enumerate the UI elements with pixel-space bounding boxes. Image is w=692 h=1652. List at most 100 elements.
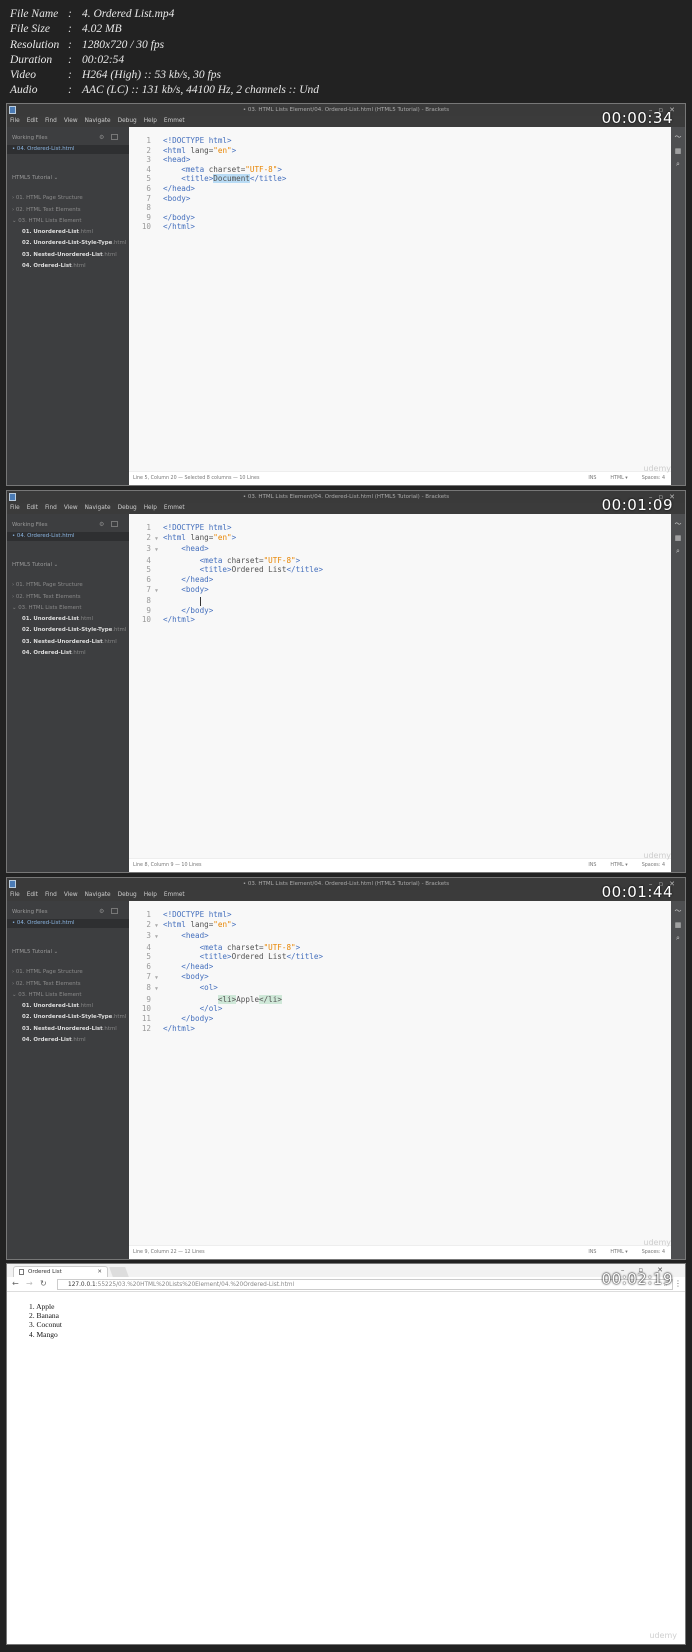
- fold-marker[interactable]: ▼: [155, 985, 163, 995]
- code-editor[interactable]: 1 <!DOCTYPE html> 2 ▼ <html lang="en"> 3 ▼ <he…: [129, 901, 671, 1259]
- menu-navigate[interactable]: Navigate: [85, 503, 111, 514]
- file-item[interactable]: 03. Nested-Unordered-List.html: [22, 639, 117, 645]
- status-item[interactable]: HTML ▾: [610, 1246, 627, 1259]
- menu-edit[interactable]: Edit: [27, 503, 38, 514]
- menu-view[interactable]: View: [64, 116, 78, 127]
- status-item[interactable]: Spaces: 4: [642, 1246, 665, 1259]
- code-editor[interactable]: 1 <!DOCTYPE html> 2 ▼ <html lang="en"> 3 ▼ <he…: [129, 514, 671, 872]
- file-item[interactable]: 04. Ordered-List.html: [22, 1037, 86, 1043]
- menu-emmet[interactable]: Emmet: [164, 890, 185, 901]
- extensions-icon[interactable]: ▦: [671, 147, 685, 155]
- new-tab-button[interactable]: [109, 1267, 129, 1277]
- status-item[interactable]: Spaces: 4: [642, 859, 665, 872]
- folder-item[interactable]: › 01. HTML Page Structure: [12, 195, 83, 201]
- file-item[interactable]: 01. Unordered-List.html: [22, 1003, 93, 1009]
- fold-marker[interactable]: ▼: [155, 974, 163, 984]
- menu-debug[interactable]: Debug: [118, 503, 137, 514]
- file-item[interactable]: 02. Unordered-List-Style-Type.html: [22, 627, 126, 633]
- status-item[interactable]: HTML ▾: [610, 472, 627, 485]
- gear-icon[interactable]: ⚙: [99, 908, 104, 915]
- status-item[interactable]: INS: [588, 472, 596, 485]
- menu-edit[interactable]: Edit: [27, 890, 38, 901]
- menu-find[interactable]: Find: [45, 503, 57, 514]
- folder-item[interactable]: › 02. HTML Text Elements: [12, 207, 81, 213]
- menu-edit[interactable]: Edit: [27, 116, 38, 127]
- split-view-icon[interactable]: [111, 908, 118, 914]
- search-icon[interactable]: ⌕: [671, 934, 685, 943]
- project-dropdown[interactable]: HTML5 Tutorial ⌄: [12, 562, 58, 568]
- code-token: <head>: [163, 931, 209, 941]
- status-item[interactable]: HTML ▾: [610, 859, 627, 872]
- folder-item[interactable]: ⌄ 03. HTML Lists Element: [12, 605, 82, 611]
- folder-item[interactable]: › 01. HTML Page Structure: [12, 582, 83, 588]
- project-dropdown[interactable]: HTML5 Tutorial ⌄: [12, 949, 58, 955]
- menu-file[interactable]: File: [10, 890, 20, 901]
- menu-emmet[interactable]: Emmet: [164, 116, 185, 127]
- search-icon[interactable]: ⌕: [671, 547, 685, 556]
- file-item[interactable]: 04. Ordered-List.html: [22, 263, 86, 269]
- back-icon[interactable]: ←: [12, 1279, 19, 1288]
- menu-view[interactable]: View: [64, 890, 78, 901]
- menu-view[interactable]: View: [64, 503, 78, 514]
- fold-marker[interactable]: ▼: [155, 587, 163, 597]
- menu-emmet[interactable]: Emmet: [164, 503, 185, 514]
- menu-debug[interactable]: Debug: [118, 890, 137, 901]
- gear-icon[interactable]: ⚙: [99, 134, 104, 141]
- menu-help[interactable]: Help: [144, 503, 157, 514]
- menu-help[interactable]: Help: [144, 116, 157, 127]
- menu-file[interactable]: File: [10, 116, 20, 127]
- file-item[interactable]: 02. Unordered-List-Style-Type.html: [22, 1014, 126, 1020]
- reload-icon[interactable]: ↻: [40, 1279, 47, 1288]
- folder-item[interactable]: › 02. HTML Text Elements: [12, 594, 81, 600]
- file-item[interactable]: 01. Unordered-List.html: [22, 616, 93, 622]
- menu-file[interactable]: File: [10, 503, 20, 514]
- working-file-item[interactable]: • 04. Ordered-List.html: [7, 919, 129, 928]
- folder-item[interactable]: › 02. HTML Text Elements: [12, 981, 81, 987]
- split-view-icon[interactable]: [111, 134, 118, 140]
- close-tab-icon[interactable]: ✕: [97, 1267, 102, 1277]
- extensions-icon[interactable]: ▦: [671, 921, 685, 929]
- live-preview-icon[interactable]: 〜: [671, 132, 685, 142]
- menu-bar: File Edit Find View Navigate Debug Help Emmet: [7, 890, 185, 901]
- code-line: 5 <title>Document</title>: [129, 174, 286, 184]
- search-icon[interactable]: ⌕: [671, 160, 685, 169]
- live-preview-icon[interactable]: 〜: [671, 519, 685, 529]
- code-editor[interactable]: 1 <!DOCTYPE html> 2 <html lang="en"> 3 <head>…: [129, 127, 671, 485]
- status-item[interactable]: INS: [588, 1246, 596, 1259]
- fold-marker[interactable]: ▼: [155, 546, 163, 556]
- status-item[interactable]: Spaces: 4: [642, 472, 665, 485]
- menu-debug[interactable]: Debug: [118, 116, 137, 127]
- fold-marker[interactable]: ▼: [155, 922, 163, 932]
- file-item[interactable]: 02. Unordered-List-Style-Type.html: [22, 240, 126, 246]
- file-item[interactable]: 01. Unordered-List.html: [22, 229, 93, 235]
- menu-navigate[interactable]: Navigate: [85, 116, 111, 127]
- menu-find[interactable]: Find: [45, 116, 57, 127]
- status-item[interactable]: INS: [588, 859, 596, 872]
- address-bar[interactable]: 127.0.0.1:55225/03.%20HTML%20Lists%20Ele…: [57, 1279, 673, 1290]
- folder-item[interactable]: ⌄ 03. HTML Lists Element: [12, 218, 82, 224]
- forward-icon[interactable]: →: [26, 1279, 33, 1288]
- folder-item[interactable]: › 01. HTML Page Structure: [12, 969, 83, 975]
- right-toolbar: 〜 ▦ ⌕: [671, 127, 685, 485]
- project-dropdown[interactable]: HTML5 Tutorial ⌄: [12, 175, 58, 181]
- folder-item[interactable]: ⌄ 03. HTML Lists Element: [12, 992, 82, 998]
- working-file-item[interactable]: • 04. Ordered-List.html: [7, 532, 129, 541]
- menu-navigate[interactable]: Navigate: [85, 890, 111, 901]
- browser-tab[interactable]: Ordered List ✕: [13, 1266, 108, 1277]
- split-view-icon[interactable]: [111, 521, 118, 527]
- udemy-watermark: udemy: [643, 464, 671, 473]
- file-item[interactable]: 04. Ordered-List.html: [22, 650, 86, 656]
- working-file-item[interactable]: • 04. Ordered-List.html: [7, 145, 129, 154]
- menu-icon[interactable]: ⋮: [674, 1279, 682, 1288]
- udemy-watermark: udemy: [643, 1238, 671, 1247]
- extensions-icon[interactable]: ▦: [671, 534, 685, 542]
- menu-help[interactable]: Help: [144, 890, 157, 901]
- fold-marker[interactable]: ▼: [155, 933, 163, 943]
- fold-marker[interactable]: ▼: [155, 535, 163, 545]
- gear-icon[interactable]: ⚙: [99, 521, 104, 528]
- line-number: 2: [146, 919, 151, 929]
- live-preview-icon[interactable]: 〜: [671, 906, 685, 916]
- menu-find[interactable]: Find: [45, 890, 57, 901]
- file-item[interactable]: 03. Nested-Unordered-List.html: [22, 1026, 117, 1032]
- file-item[interactable]: 03. Nested-Unordered-List.html: [22, 252, 117, 258]
